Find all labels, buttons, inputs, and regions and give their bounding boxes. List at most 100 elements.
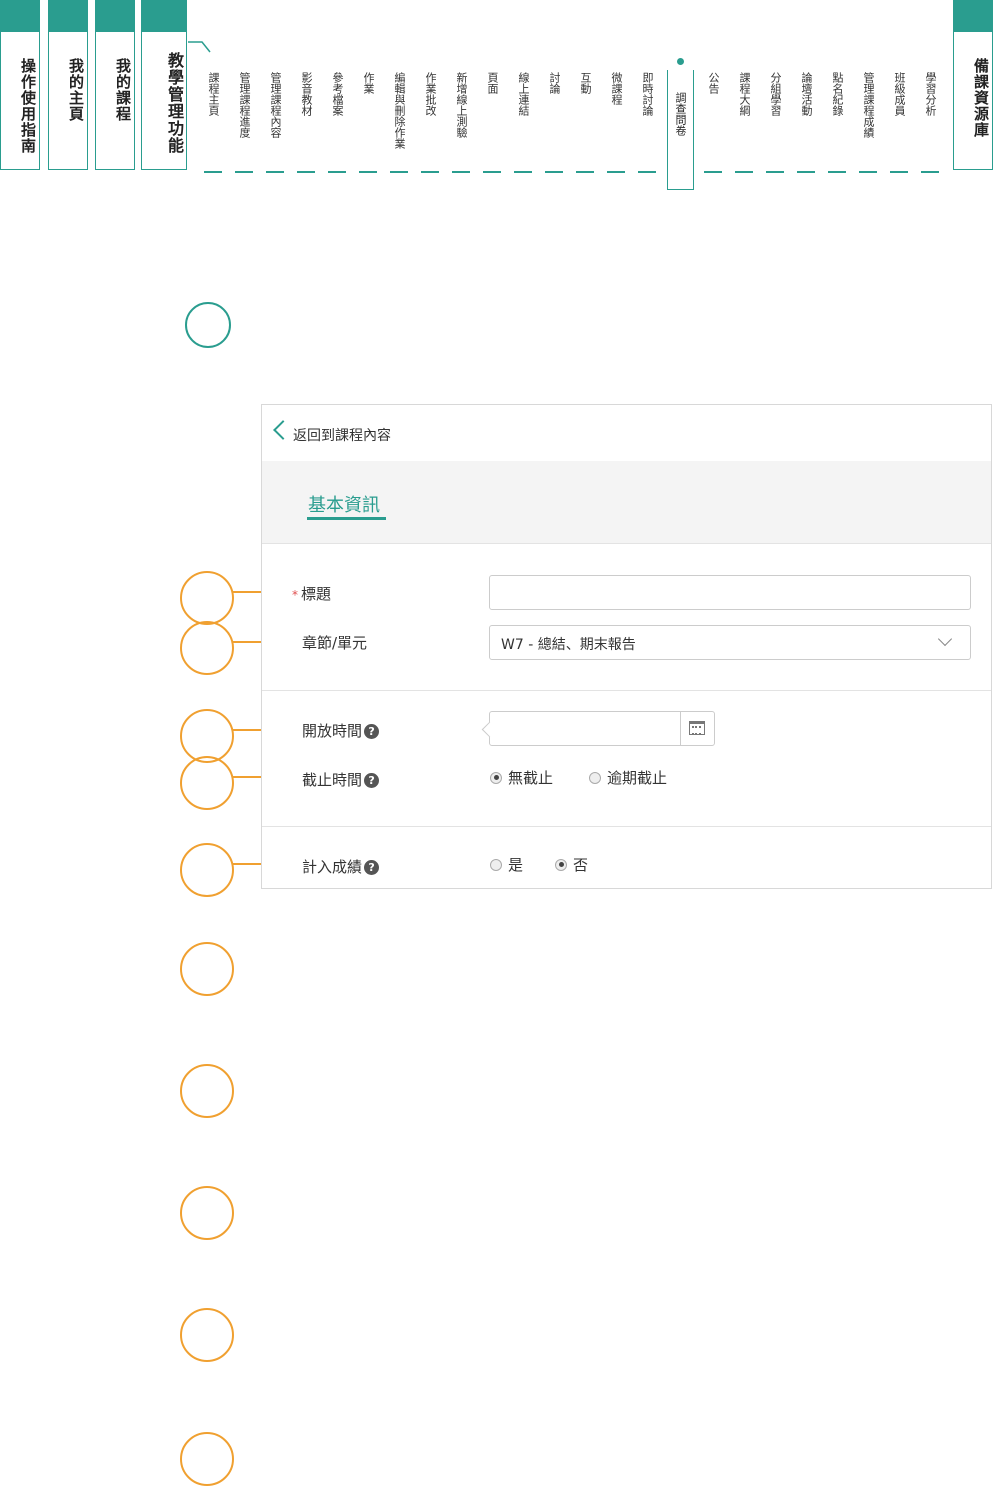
- sub-tab-underline: [328, 171, 346, 173]
- deadline-option-none[interactable]: 無截止: [490, 767, 553, 788]
- sub-tab-item[interactable]: 論壇活動: [798, 72, 814, 116]
- title-input[interactable]: [489, 575, 971, 610]
- title-label: * 標題: [292, 583, 331, 604]
- sub-tab-underline: [797, 171, 815, 173]
- sub-tab-underline: [421, 171, 439, 173]
- chapter-select-value: W7 - 總結、期末報告: [501, 637, 636, 653]
- radio-button[interactable]: [490, 858, 502, 871]
- sub-tab-underline: [828, 171, 846, 173]
- chapter-select[interactable]: W7 - 總結、期末報告: [489, 625, 971, 660]
- active-indicator-dot: [677, 58, 684, 65]
- main-tab-resource-library[interactable]: 備課資源庫: [953, 0, 993, 170]
- help-icon[interactable]: ?: [364, 773, 380, 788]
- help-icon[interactable]: ?: [364, 724, 380, 739]
- open-time-input[interactable]: [481, 711, 715, 746]
- grade-option-yes[interactable]: 是: [490, 854, 523, 875]
- sub-tab-underline: [235, 171, 253, 173]
- main-tab-label: 我的主頁: [67, 58, 85, 122]
- sub-tab-item[interactable]: 管理課程內容: [267, 72, 283, 138]
- sub-tab-underline: [514, 171, 532, 173]
- sub-tab-underline: [359, 171, 377, 173]
- main-tab-teaching-management[interactable]: 教學管理功能: [141, 0, 187, 170]
- sub-tab-item[interactable]: 參考檔案: [329, 72, 345, 116]
- sub-tab-item[interactable]: 互動: [577, 72, 593, 94]
- deadline-label: 截止時間?: [302, 769, 380, 790]
- sub-tab-underline: [483, 171, 501, 173]
- callout-circle: [180, 1432, 234, 1486]
- sub-tab-item[interactable]: 頁面: [484, 72, 500, 94]
- sub-tab-underline: [735, 171, 753, 173]
- back-to-course-content-link[interactable]: 返回到課程內容: [293, 425, 391, 445]
- chevron-down-icon: [937, 631, 953, 647]
- sub-tab-item[interactable]: 新增線上測驗: [453, 72, 469, 138]
- sub-tab-item[interactable]: 課程主頁: [205, 72, 221, 116]
- grade-option-no[interactable]: 否: [555, 854, 588, 875]
- sub-tab-underline: [766, 171, 784, 173]
- sub-tab-item[interactable]: 作業: [360, 72, 376, 94]
- main-tab-my-home[interactable]: 我的主頁: [48, 0, 88, 170]
- callout-circle: [180, 942, 234, 996]
- callout-circle: [180, 1186, 234, 1240]
- main-tab-label: 教學管理功能: [165, 52, 184, 154]
- sub-tab-item[interactable]: 管理課程成績: [860, 72, 876, 138]
- calendar-button[interactable]: [680, 712, 714, 745]
- sub-tab-item[interactable]: 管理課程進度: [236, 72, 252, 138]
- callout-circle-grade: [180, 843, 234, 897]
- sub-tab-item[interactable]: 影音教材: [298, 72, 314, 116]
- sub-tab-underline: [297, 171, 315, 173]
- sub-tab-underline: [859, 171, 877, 173]
- sub-tab-item[interactable]: 課程大綱: [736, 72, 752, 116]
- tab-cap: [49, 0, 87, 32]
- callout-circle-chapter: [180, 621, 234, 675]
- sub-tab-item[interactable]: 公告: [705, 72, 721, 94]
- open-time-label-text: 開放時間: [302, 722, 363, 740]
- main-tab-my-courses[interactable]: 我的課程: [95, 0, 135, 170]
- radio-button[interactable]: [555, 858, 567, 871]
- sub-tab-item[interactable]: 線上連結: [515, 72, 531, 116]
- sub-tab-underline: [204, 171, 222, 173]
- deadline-option-overdue[interactable]: 逾期截止: [589, 767, 667, 788]
- sub-tab-item[interactable]: 即時討論: [639, 72, 655, 116]
- radio-label: 否: [573, 856, 589, 874]
- main-tab-guide[interactable]: 操作使用指南: [0, 0, 40, 170]
- sub-tab-underline: [390, 171, 408, 173]
- tab-cap: [954, 0, 992, 32]
- sub-tab-item[interactable]: 討論: [546, 72, 562, 94]
- chapter-label: 章節/單元: [302, 634, 368, 652]
- sub-tab-item[interactable]: 點名紀錄: [829, 72, 845, 116]
- radio-button[interactable]: [490, 771, 502, 784]
- sub-tab-underline: [545, 171, 563, 173]
- tab-cap: [96, 0, 134, 32]
- sub-tab-item[interactable]: 微課程: [608, 72, 624, 105]
- grade-label: 計入成績?: [302, 856, 380, 877]
- sub-tab-item[interactable]: 作業批改: [422, 72, 438, 116]
- sub-tab-underline: [607, 171, 625, 173]
- callout-circle-deadline: [180, 756, 234, 810]
- section-divider: [262, 826, 991, 827]
- sub-tab-underline: [921, 171, 939, 173]
- chevron-left-icon[interactable]: [273, 420, 293, 440]
- tab-cap: [142, 0, 186, 32]
- main-tab-label: 我的課程: [114, 58, 132, 122]
- sub-tab-item[interactable]: 分組學習: [767, 72, 783, 116]
- callout-circle-title: [180, 571, 234, 625]
- calendar-icon: [689, 721, 705, 735]
- radio-label: 無截止: [508, 769, 554, 787]
- sub-tab-item[interactable]: 學習分析: [922, 72, 938, 116]
- help-icon[interactable]: ?: [364, 860, 380, 875]
- sub-tab-underline: [452, 171, 470, 173]
- input-notch: [481, 721, 498, 738]
- sub-tab-item[interactable]: 編輯與刪除作業: [391, 72, 407, 149]
- sub-tab-underline: [890, 171, 908, 173]
- title-label-text: 標題: [301, 585, 332, 603]
- tab-cap: [1, 0, 39, 32]
- radio-label: 是: [508, 856, 524, 874]
- radio-label: 逾期截止: [607, 769, 668, 787]
- sub-tab-item[interactable]: 班級成員: [891, 72, 907, 116]
- open-time-label: 開放時間?: [302, 720, 380, 741]
- tab-basic-info[interactable]: 基本資訊: [308, 491, 380, 517]
- sub-tab-underline: [266, 171, 284, 173]
- radio-button[interactable]: [589, 771, 601, 784]
- main-tab-label: 備課資源庫: [972, 58, 990, 138]
- active-sub-tab-frame: [667, 70, 694, 190]
